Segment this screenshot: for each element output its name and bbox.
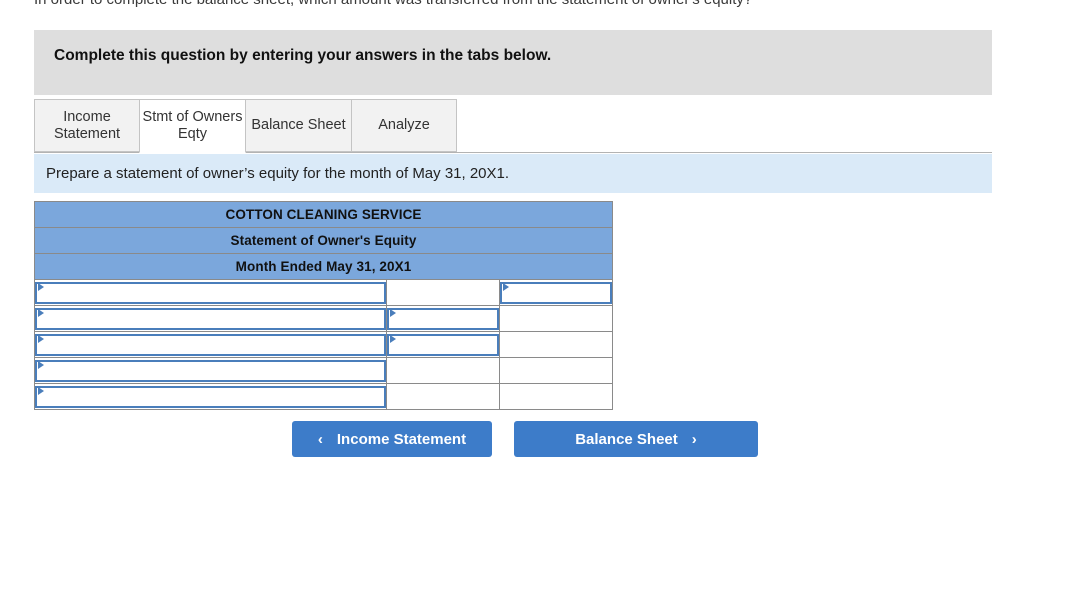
instruction-bar: Prepare a statement of owner’s equity fo…	[34, 154, 992, 193]
row-1-amount2-cell[interactable]	[498, 279, 614, 306]
row-5-label-cell[interactable]	[34, 383, 387, 410]
tab-stmt-owners-eqty-label: Stmt of Owners Eqty	[142, 109, 243, 142]
table-title-row-company: COTTON CLEANING SERVICE	[33, 201, 614, 228]
row-2-amount2-cell[interactable]	[498, 305, 614, 332]
callout-text: Complete this question by entering your …	[54, 47, 552, 64]
row-5-label-input[interactable]	[35, 385, 386, 408]
tab-balance-sheet-label: Balance Sheet	[251, 117, 346, 133]
tab-income-statement[interactable]: Income Statement	[34, 99, 140, 152]
row-1-amount2-input[interactable]	[500, 281, 613, 304]
table-title-row-period: Month Ended May 31, 20X1	[33, 253, 614, 280]
table-row	[34, 383, 614, 410]
owners-equity-statement-table: COTTON CLEANING SERVICE Statement of Own…	[33, 201, 614, 410]
row-3-amount1-input[interactable]	[387, 333, 499, 356]
table-title-row-statement: Statement of Owner's Equity	[33, 227, 614, 254]
chevron-left-icon: ‹	[317, 430, 323, 448]
row-1-amount1-cell[interactable]	[386, 279, 500, 306]
row-4-amount2-cell[interactable]	[498, 357, 614, 384]
statement-company-name: COTTON CLEANING SERVICE	[33, 201, 614, 228]
tab-strip: Income Statement Stmt of Owners Eqty Bal…	[34, 99, 992, 153]
row-3-amount2-cell[interactable]	[498, 331, 614, 358]
prev-income-statement-button[interactable]: ‹ Income Statement	[292, 421, 492, 457]
next-balance-sheet-button[interactable]: Balance Sheet ›	[514, 421, 758, 457]
row-3-label-cell[interactable]	[34, 331, 387, 358]
tab-stmt-owners-eqty[interactable]: Stmt of Owners Eqty	[139, 99, 246, 153]
table-row	[34, 279, 614, 306]
row-1-label-cell[interactable]	[34, 279, 387, 306]
tab-balance-sheet[interactable]: Balance Sheet	[245, 99, 352, 152]
tab-analyze[interactable]: Analyze	[351, 99, 457, 152]
row-4-label-cell[interactable]	[34, 357, 387, 384]
row-2-amount1-cell[interactable]	[386, 305, 500, 332]
row-3-amount1-cell[interactable]	[386, 331, 500, 358]
statement-period: Month Ended May 31, 20X1	[33, 253, 614, 280]
chevron-right-icon: ›	[691, 430, 697, 448]
row-2-amount1-input[interactable]	[387, 307, 499, 330]
statement-title: Statement of Owner's Equity	[33, 227, 614, 254]
table-row	[34, 357, 614, 384]
table-row	[34, 331, 614, 358]
row-5-amount2-cell[interactable]	[498, 383, 614, 410]
table-row	[34, 305, 614, 332]
instruction-text: Prepare a statement of owner’s equity fo…	[46, 165, 510, 182]
row-4-amount1-cell[interactable]	[386, 357, 500, 384]
row-3-label-input[interactable]	[35, 333, 386, 356]
prev-button-label: Income Statement	[336, 430, 467, 448]
next-button-label: Balance Sheet	[575, 430, 678, 448]
row-2-label-input[interactable]	[35, 307, 386, 330]
row-1-label-input[interactable]	[35, 281, 386, 304]
tab-income-statement-label: Income Statement	[53, 108, 121, 142]
cutoff-question-text: In order to complete the balance sheet, …	[34, 0, 1034, 9]
row-5-amount1-cell[interactable]	[386, 383, 500, 410]
row-2-label-cell[interactable]	[34, 305, 387, 332]
tab-analyze-label: Analyze	[378, 117, 430, 133]
callout-bar: Complete this question by entering your …	[34, 30, 992, 95]
row-4-label-input[interactable]	[35, 359, 386, 382]
